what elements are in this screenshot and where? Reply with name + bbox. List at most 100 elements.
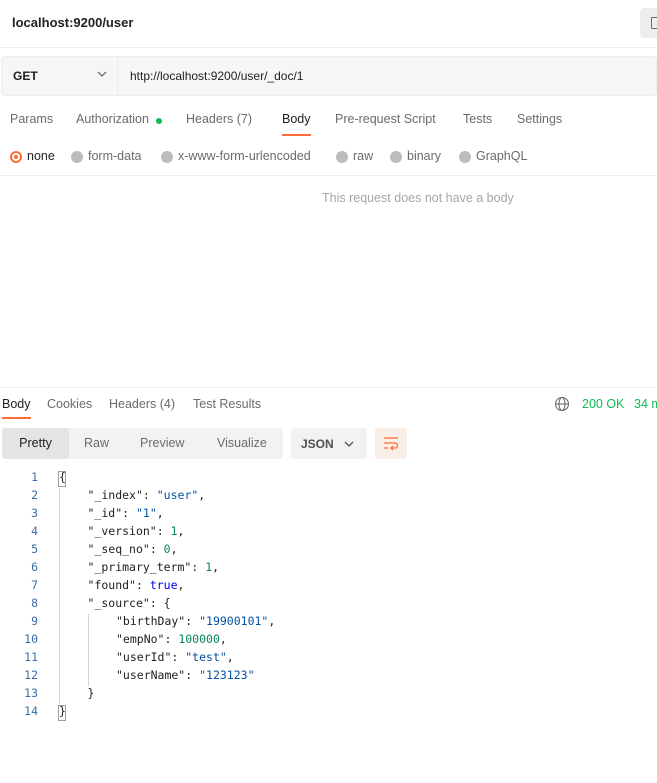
code-token: , [177, 578, 185, 592]
code-text: "userId": "test", [116, 650, 234, 664]
view-pretty[interactable]: Pretty [2, 428, 69, 459]
line-number: 6 [31, 560, 38, 574]
code-token: , [177, 524, 185, 538]
code-line: 8 "_source": { [0, 596, 657, 614]
tab-headers[interactable]: Headers (7) [186, 112, 252, 126]
code-token: "user" [156, 488, 199, 502]
radio-graphql-label[interactable]: GraphQL [476, 149, 527, 163]
tab-tests[interactable]: Tests [463, 112, 492, 126]
code-token: "_version" [87, 524, 157, 538]
line-number: 12 [24, 668, 38, 682]
active-tab-indicator [282, 134, 311, 136]
body-type-selector: none form-data x-www-form-urlencoded raw… [0, 142, 657, 176]
code-text: "_source": { [88, 596, 171, 610]
code-token: : [185, 668, 200, 682]
code-token: 100000 [178, 632, 220, 646]
code-token: "_primary_term" [87, 560, 192, 574]
code-token: "_source" [87, 596, 150, 610]
code-text: "_index": "user", [88, 488, 206, 502]
tab-params[interactable]: Params [10, 112, 53, 126]
code-token: , [170, 542, 178, 556]
code-token: , [268, 614, 276, 628]
code-line: 3 "_id": "1", [0, 506, 657, 524]
response-tab-body[interactable]: Body [2, 397, 31, 411]
response-tab-test-results[interactable]: Test Results [193, 397, 261, 411]
view-mode-selector: Pretty Raw Preview Visualize [2, 428, 283, 459]
response-tab-cookies[interactable]: Cookies [47, 397, 92, 411]
line-number: 11 [24, 650, 38, 664]
code-token: "_seq_no" [87, 542, 150, 556]
radio-none-label[interactable]: none [27, 149, 55, 163]
code-line: 13} [0, 686, 657, 704]
code-token: : [185, 614, 200, 628]
tab-body[interactable]: Body [282, 112, 311, 126]
line-number: 5 [31, 542, 38, 556]
code-text: { [59, 470, 66, 484]
globe-icon[interactable] [554, 396, 570, 412]
response-status[interactable]: 200 OK [582, 397, 624, 411]
radio-binary[interactable] [390, 151, 402, 163]
empty-body-message: This request does not have a body [322, 191, 514, 205]
code-line: 9 "birthDay": "19900101", [0, 614, 657, 632]
radio-x-www-form-urlencoded[interactable] [161, 151, 173, 163]
tab-authorization[interactable]: Authorization [76, 112, 149, 126]
radio-graphql[interactable] [459, 151, 471, 163]
code-text: "birthDay": "19900101", [116, 614, 275, 628]
line-number: 7 [31, 578, 38, 592]
code-line: 4 "_version": 1, [0, 524, 657, 542]
format-label: JSON [301, 437, 334, 451]
response-tab-headers-count: (4) [159, 397, 176, 411]
response-tab-headers[interactable]: Headers (4) [109, 397, 175, 411]
radio-form-data[interactable] [71, 151, 83, 163]
request-title[interactable]: localhost:9200/user [12, 15, 133, 30]
code-token: : [156, 524, 171, 538]
wrap-lines-icon [384, 437, 399, 451]
view-preview[interactable]: Preview [140, 428, 184, 459]
radio-raw[interactable] [336, 151, 348, 163]
code-token: : [142, 488, 157, 502]
code-token: } [59, 704, 66, 718]
code-token: "19900101" [199, 614, 269, 628]
tab-settings[interactable]: Settings [517, 112, 562, 126]
code-line: 6 "_primary_term": 1, [0, 560, 657, 578]
code-token: : [122, 506, 136, 520]
save-icon [651, 17, 657, 29]
response-time[interactable]: 34 m [634, 397, 657, 411]
line-number: 10 [24, 632, 38, 646]
code-text: "_primary_term": 1, [88, 560, 220, 574]
code-text: "userName": "123123" [116, 668, 255, 682]
url-input[interactable]: http://localhost:9200/user/_doc/1 [130, 69, 303, 83]
code-line: 10 "empNo": 100000, [0, 632, 657, 650]
radio-none[interactable] [10, 151, 22, 163]
tab-pre-request-script[interactable]: Pre-request Script [335, 112, 436, 126]
code-token: "empNo" [116, 632, 165, 646]
request-tabs: Params Authorization Headers (7) Body Pr… [0, 104, 657, 138]
method-select[interactable]: GET [2, 57, 118, 95]
line-number: 3 [31, 506, 38, 520]
code-text: "found": true, [88, 578, 185, 592]
code-token: "userName" [116, 668, 186, 682]
radio-form-data-label[interactable]: form-data [88, 149, 142, 163]
wrap-lines-button[interactable] [375, 428, 407, 459]
code-token: : [171, 650, 186, 664]
code-token: "_id" [87, 506, 123, 520]
view-visualize[interactable]: Visualize [217, 428, 267, 459]
save-button[interactable] [640, 8, 657, 38]
request-title-bar: localhost:9200/user [0, 0, 657, 48]
code-token: "userId" [116, 650, 172, 664]
radio-raw-label[interactable]: raw [353, 149, 373, 163]
code-token: , [156, 506, 164, 520]
line-number: 8 [31, 596, 38, 610]
view-raw[interactable]: Raw [84, 428, 109, 459]
response-divider[interactable] [0, 387, 657, 388]
response-tab-headers-label: Headers [109, 397, 157, 411]
url-bar: GET http://localhost:9200/user/_doc/1 [1, 56, 657, 96]
line-number: 2 [31, 488, 38, 502]
code-token: "birthDay" [116, 614, 186, 628]
radio-binary-label[interactable]: binary [407, 149, 441, 163]
format-select[interactable]: JSON [291, 428, 367, 459]
line-number: 9 [31, 614, 38, 628]
radio-x-www-form-urlencoded-label[interactable]: x-www-form-urlencoded [178, 149, 311, 163]
code-token: , [219, 632, 227, 646]
code-token: "1" [135, 506, 157, 520]
